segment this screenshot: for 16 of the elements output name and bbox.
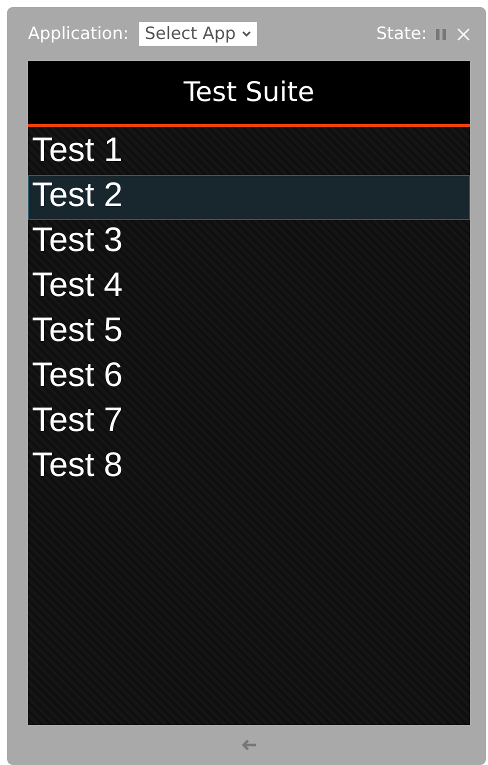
state-label: State: xyxy=(376,24,427,44)
test-item[interactable]: Test 3 xyxy=(28,220,470,265)
pause-icon[interactable] xyxy=(435,28,447,40)
test-item[interactable]: Test 7 xyxy=(28,400,470,445)
close-icon[interactable] xyxy=(457,28,470,40)
back-arrow-icon[interactable] xyxy=(241,739,257,751)
chevron-icon xyxy=(242,31,251,37)
test-item[interactable]: Test 8 xyxy=(28,445,470,490)
test-item[interactable]: Test 6 xyxy=(28,355,470,400)
test-item[interactable]: Test 1 xyxy=(28,130,470,175)
application-label: Application: xyxy=(28,24,129,44)
test-item[interactable]: Test 4 xyxy=(28,265,470,310)
suite-title: Test Suite xyxy=(184,77,314,108)
application-select[interactable]: Select App xyxy=(138,22,257,46)
test-item[interactable]: Test 5 xyxy=(28,310,470,355)
test-item[interactable]: Test 2 xyxy=(28,175,470,220)
